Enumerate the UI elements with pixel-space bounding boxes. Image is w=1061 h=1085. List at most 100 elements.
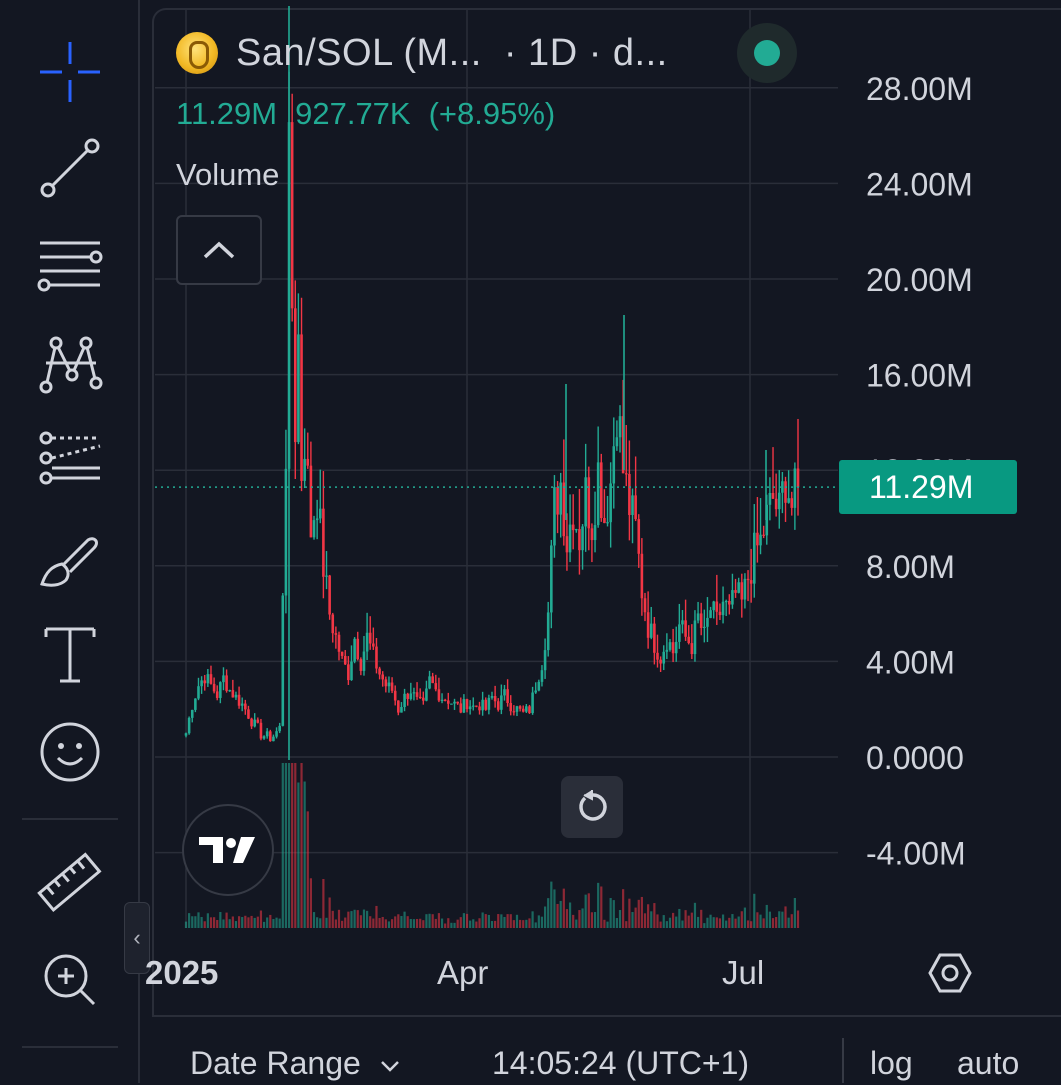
clock-timezone[interactable]: 14:05:24 (UTC+1) [492, 1045, 749, 1082]
candle-body [756, 532, 759, 546]
volume-bar [400, 916, 403, 928]
volume-bar [344, 917, 347, 928]
candle-body [659, 659, 662, 664]
volume-bar [750, 921, 753, 928]
volume-bar [191, 916, 194, 928]
volume-bar [628, 898, 631, 928]
volume-bar [375, 905, 378, 928]
candle-body [687, 636, 691, 644]
candle-body [484, 699, 488, 710]
volume-bar [378, 917, 381, 928]
volume-bar [266, 917, 269, 928]
volume-bar [531, 911, 534, 928]
volume-bar [606, 921, 609, 928]
volume-bar [444, 923, 447, 928]
volume-bar [494, 920, 497, 928]
candle-body [215, 691, 219, 698]
volume-bar [291, 763, 294, 928]
candle-body [219, 682, 222, 698]
change-value: 927.77K [295, 96, 411, 131]
price-axis-label: 20.00M [866, 262, 973, 298]
price-axis-label: 28.00M [866, 71, 973, 107]
candle-body [793, 468, 797, 508]
symbol-title[interactable]: San/SOL (M... [236, 32, 482, 75]
chart-legend: San/SOL (M... · 1D · d... [176, 28, 668, 78]
candle-body [190, 709, 194, 718]
candle-body [562, 482, 566, 537]
volume-bar [272, 919, 275, 928]
candle-body [709, 610, 712, 618]
volume-bar [640, 896, 643, 928]
tradingview-logo[interactable] [182, 804, 274, 896]
volume-bar [603, 919, 606, 928]
volume-bar [256, 916, 259, 928]
volume-bar [447, 918, 450, 928]
reset-chart-button[interactable] [561, 776, 623, 838]
volume-bar [587, 893, 590, 928]
volume-bar [756, 912, 759, 928]
auto-scale-toggle[interactable]: auto [957, 1045, 1019, 1082]
volume-bar [475, 921, 478, 928]
candle-body [546, 612, 550, 651]
candle-body [631, 495, 634, 516]
volume-bar [753, 893, 756, 928]
chart-settings-button[interactable] [925, 948, 975, 998]
candle-body [250, 718, 253, 727]
candle-body [206, 674, 210, 684]
candle-body [584, 477, 587, 527]
volume-bar [684, 910, 687, 928]
candle-body [581, 526, 584, 551]
volume-bar [412, 919, 416, 928]
candle-body [512, 711, 516, 713]
volume-bar [306, 811, 309, 928]
candle-body [759, 534, 762, 546]
candle-body [222, 675, 225, 683]
date-range-dropdown[interactable]: Date Range [190, 1045, 400, 1082]
candle-body [671, 642, 675, 654]
candle-body [506, 689, 509, 704]
log-scale-toggle[interactable]: log [870, 1045, 913, 1082]
volume-bar [312, 912, 316, 928]
collapse-legend-button[interactable] [176, 215, 262, 285]
candle-body [440, 699, 444, 701]
market-status[interactable] [737, 23, 797, 83]
candle-body [378, 668, 381, 675]
volume-bar [287, 763, 291, 928]
volume-bar [269, 914, 272, 928]
candle-body [684, 620, 687, 637]
candle-body [437, 689, 441, 701]
volume-bar [781, 911, 784, 928]
candle-body [746, 578, 750, 581]
candle-body [637, 519, 641, 554]
candle-body [596, 462, 600, 526]
candle-body [368, 632, 372, 644]
volume-bar [341, 920, 344, 928]
volume-indicator-label[interactable]: Volume [176, 157, 279, 193]
volume-bar [525, 919, 528, 928]
volume-bar [503, 916, 506, 928]
volume-bar [490, 921, 494, 928]
volume-bar [462, 913, 465, 928]
interval-label[interactable]: · 1D · d... [504, 32, 668, 75]
volume-bar [721, 914, 725, 928]
candle-body [397, 700, 400, 713]
candle-body [322, 508, 325, 577]
candle-body [343, 655, 347, 665]
candle-body [315, 518, 319, 521]
volume-bar [294, 763, 297, 928]
volume-bar [634, 907, 637, 928]
price-chart[interactable]: 28.00M24.00M20.00M16.00M12.00M8.00M4.00M… [0, 0, 1061, 1083]
candle-body [293, 308, 297, 443]
candle-body [390, 682, 394, 691]
reset-icon [579, 790, 607, 821]
candle-body [384, 679, 388, 687]
volume-bar [262, 921, 266, 928]
candle-body [790, 498, 794, 508]
volume-bar [331, 910, 334, 928]
volume-bar [565, 909, 569, 928]
candle-body [275, 731, 278, 737]
volume-bar [350, 911, 353, 928]
candle-body [662, 651, 666, 664]
candle-body [187, 717, 191, 734]
volume-bar [687, 915, 690, 928]
